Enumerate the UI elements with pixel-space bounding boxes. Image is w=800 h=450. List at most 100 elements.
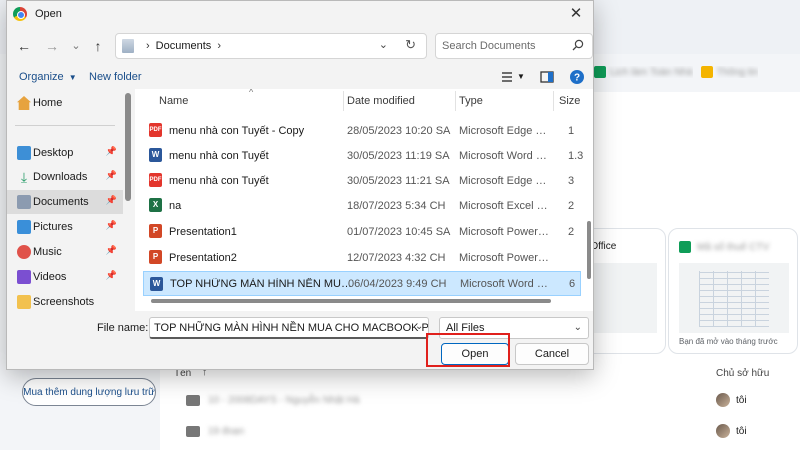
- pictures-icon: [17, 220, 31, 234]
- column-header-name[interactable]: Name: [159, 89, 188, 113]
- bookmark-icon: [700, 66, 713, 78]
- file-list: ^ Name Date modified Type Size PDF menu …: [135, 89, 593, 311]
- file-list-horizontal-scrollbar[interactable]: [151, 299, 551, 303]
- folder-icon: [186, 394, 200, 406]
- recent-locations-chevron-icon[interactable]: ⌄: [67, 37, 85, 55]
- navigation-bar: ← → ⌄ ↑ › Documents › ⌄ ↻: [7, 31, 593, 61]
- view-list-icon[interactable]: [499, 69, 515, 85]
- bookmark-item[interactable]: Thông tin: [700, 66, 758, 78]
- address-bar[interactable]: › Documents › ⌄ ↻: [115, 33, 427, 59]
- folder-icon: [186, 425, 200, 437]
- chrome-icon: [13, 7, 27, 21]
- suggested-card-title: Mã số thuế CTV: [679, 241, 769, 253]
- spreadsheet-preview: [699, 271, 769, 327]
- sidebar-item-home[interactable]: Home: [7, 91, 123, 115]
- folder-icon: [17, 295, 31, 309]
- dialog-title: Open: [35, 8, 62, 20]
- pin-icon[interactable]: 📌: [106, 146, 117, 157]
- sidebar-item-videos[interactable]: Videos 📌: [7, 265, 123, 289]
- pin-icon[interactable]: 📌: [106, 170, 117, 181]
- documents-folder-icon: [122, 39, 134, 53]
- column-header-size[interactable]: Size: [559, 89, 580, 113]
- new-folder-button[interactable]: New folder: [89, 71, 142, 83]
- column-divider[interactable]: [343, 91, 344, 111]
- dialog-titlebar: Open ✕: [7, 1, 593, 27]
- file-row-selected[interactable]: W TOP NHỮNG MÀN HÌNH NỀN MUA CHO ... 06/…: [143, 271, 581, 296]
- sidebar-item-documents[interactable]: Documents 📌: [7, 190, 123, 214]
- suggested-card-subtitle: Bạn đã mở vào tháng trước: [679, 337, 778, 346]
- sort-caret-icon: ^: [249, 89, 254, 97]
- search-box[interactable]: [435, 33, 593, 59]
- pin-icon[interactable]: 📌: [106, 270, 117, 281]
- pin-icon[interactable]: 📌: [106, 220, 117, 231]
- open-file-dialog: Open ✕ ← → ⌄ ↑ › Documents › ⌄ ↻ Organiz…: [6, 0, 594, 370]
- close-icon[interactable]: ✕: [567, 5, 585, 23]
- cancel-button[interactable]: Cancel: [515, 343, 589, 365]
- open-button-highlight: [426, 333, 510, 367]
- organize-button[interactable]: Organize ▼: [19, 71, 77, 83]
- sidebar-item-desktop[interactable]: Desktop 📌: [7, 141, 123, 165]
- documents-icon: [17, 195, 31, 209]
- column-header-date[interactable]: Date modified: [347, 89, 415, 113]
- forward-arrow-icon[interactable]: →: [43, 37, 61, 55]
- preview-pane-icon[interactable]: [539, 69, 555, 85]
- chevron-down-icon[interactable]: ⌄: [379, 38, 388, 51]
- column-divider[interactable]: [455, 91, 456, 111]
- navigation-pane: Home Desktop 📌 ⤓ Downloads 📌 Documents 📌…: [7, 89, 125, 311]
- word-file-icon: W: [150, 277, 163, 291]
- dialog-toolbar: Organize ▼ New folder ▼ ?: [7, 67, 593, 89]
- desktop-icon: [17, 146, 31, 160]
- pdf-file-icon: PDF: [149, 123, 162, 137]
- chevron-right-icon[interactable]: ›: [217, 40, 221, 52]
- pin-icon[interactable]: 📌: [106, 195, 117, 206]
- suggested-card[interactable]: Mã số thuế CTV Bạn đã mở vào tháng trước: [668, 228, 798, 354]
- file-name-input[interactable]: TOP NHỮNG MÀN HÌNH NỀN MUA CHO MACBOOK P…: [149, 317, 429, 339]
- excel-file-icon: X: [149, 198, 162, 212]
- drive-list-row[interactable]: 10 - 2008DAYS - Nguyễn Nhật Hà tôi: [172, 387, 792, 413]
- chevron-down-icon[interactable]: ⌄: [415, 321, 423, 332]
- sheets-icon: [679, 241, 691, 253]
- chevron-right-icon[interactable]: ›: [146, 40, 150, 52]
- file-list-vertical-scrollbar[interactable]: [587, 221, 591, 279]
- file-row[interactable]: W menu nhà con Tuyết 30/05/2023 11:19 SA…: [143, 143, 583, 168]
- help-icon[interactable]: ?: [569, 69, 585, 85]
- up-arrow-icon[interactable]: ↑: [89, 37, 107, 55]
- refresh-icon[interactable]: ↻: [405, 37, 416, 53]
- file-row[interactable]: P Presentation1 01/07/2023 10:45 SA Micr…: [143, 219, 581, 244]
- sidebar-divider: [15, 125, 115, 126]
- back-arrow-icon[interactable]: ←: [15, 37, 33, 55]
- column-divider[interactable]: [553, 91, 554, 111]
- search-input[interactable]: [442, 40, 572, 52]
- sidebar-scrollbar[interactable]: [125, 93, 131, 201]
- search-icon[interactable]: [572, 39, 584, 51]
- home-icon: [17, 96, 31, 110]
- avatar: [716, 424, 730, 438]
- drive-list-row[interactable]: 19 đoạn tôi: [172, 418, 792, 444]
- buy-storage-button[interactable]: Mua thêm dung lượng lưu trữ: [22, 378, 156, 406]
- svg-text:?: ?: [574, 73, 580, 84]
- column-header-type[interactable]: Type: [459, 89, 483, 113]
- caret-down-icon: ▼: [68, 73, 77, 82]
- sheets-icon: [594, 66, 606, 78]
- bookmark-item[interactable]: Lịch làm Toàn Nhà: [594, 66, 693, 78]
- sidebar-item-music[interactable]: Music 📌: [7, 240, 123, 264]
- powerpoint-file-icon: P: [149, 224, 162, 238]
- file-row[interactable]: X na 18/07/2023 5:34 CH Microsoft Excel …: [143, 193, 581, 218]
- view-options-caret-icon[interactable]: ▼: [517, 69, 533, 85]
- pdf-file-icon: PDF: [149, 173, 162, 187]
- file-row[interactable]: PDF menu nhà con Tuyết - Copy 28/05/2023…: [143, 118, 581, 143]
- sidebar-item-pictures[interactable]: Pictures 📌: [7, 215, 123, 239]
- file-row[interactable]: PDF menu nhà con Tuyết 30/05/2023 11:21 …: [143, 168, 581, 193]
- bookmarks-bar: Lịch làm Toàn Nhà Thông tin: [594, 60, 800, 84]
- word-file-icon: W: [149, 148, 162, 162]
- suggested-card-thumbnail: [679, 263, 789, 333]
- avatar: [716, 393, 730, 407]
- pin-icon[interactable]: 📌: [106, 245, 117, 256]
- file-name-label: File name:: [97, 322, 149, 334]
- file-row[interactable]: P Presentation2 12/07/2023 4:32 CH Micro…: [143, 245, 581, 270]
- breadcrumb-documents[interactable]: Documents: [156, 40, 212, 52]
- videos-icon: [17, 270, 31, 284]
- music-icon: [17, 245, 31, 259]
- sidebar-item-downloads[interactable]: ⤓ Downloads 📌: [7, 165, 123, 189]
- powerpoint-file-icon: P: [149, 250, 162, 264]
